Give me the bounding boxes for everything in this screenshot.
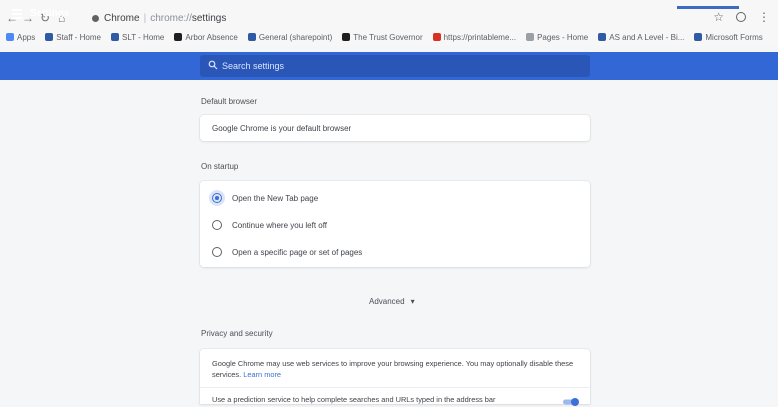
learn-more-link[interactable]: Learn more <box>243 370 281 379</box>
prediction-service-text: Use a prediction service to help complet… <box>212 395 496 404</box>
bookmark-icon <box>694 33 703 41</box>
active-tab-indicator <box>677 6 739 9</box>
apps-icon <box>6 33 14 41</box>
search-settings-input[interactable]: Search settings <box>200 55 590 77</box>
advanced-label: Advanced <box>369 297 405 306</box>
privacy-description: Google Chrome may use web services to im… <box>212 359 574 368</box>
profile-avatar-icon[interactable] <box>736 12 746 22</box>
bookmark-item[interactable]: AS and A Level - Bi... <box>598 33 684 42</box>
bookmark-item[interactable]: https://printableme... <box>432 33 516 42</box>
bookmark-icon <box>111 33 119 41</box>
prediction-toggle[interactable] <box>562 397 580 407</box>
more-menu-icon[interactable]: ⋮ <box>758 10 770 24</box>
section-title-privacy: Privacy and security <box>201 329 273 338</box>
page-title: Settings <box>30 8 70 19</box>
url-scheme: chrome:// <box>150 12 192 24</box>
bookmark-star-icon[interactable]: ☆ <box>713 10 724 24</box>
on-startup-card: Open the New Tab page Continue where you… <box>200 181 590 267</box>
bookmark-icon <box>247 33 256 41</box>
section-title-default-browser: Default browser <box>201 97 258 106</box>
advanced-toggle[interactable]: Advanced ▾ <box>369 297 415 306</box>
divider <box>200 387 590 388</box>
bookmark-item[interactable]: Microsoft Forms <box>694 33 763 42</box>
radio-continue[interactable] <box>212 220 222 230</box>
default-browser-card: Google Chrome is your default browser <box>200 115 590 141</box>
bookmark-icon <box>432 33 441 41</box>
url-separator: | <box>143 12 147 24</box>
site-label: Chrome <box>104 12 140 24</box>
address-bar[interactable]: Chrome | chrome:// settings <box>92 10 226 26</box>
bookmark-icon <box>342 33 351 41</box>
section-title-on-startup: On startup <box>201 162 239 171</box>
bookmark-item[interactable]: Staff - Home <box>45 33 101 42</box>
toolbar-right: ☆ ⋮ <box>713 10 770 24</box>
url-path: settings <box>191 12 227 24</box>
bookmark-item[interactable]: Pages - Home <box>526 33 588 42</box>
startup-option-label[interactable]: Open the New Tab page <box>232 194 318 203</box>
bookmark-item[interactable]: Arbor Absence <box>174 33 238 42</box>
search-placeholder: Search settings <box>222 61 285 71</box>
bookmarks-bar: Apps Staff - Home SLT - Home Arbor Absen… <box>0 28 778 46</box>
bookmark-item[interactable]: SLT - Home <box>111 33 164 42</box>
search-icon <box>208 60 218 70</box>
privacy-card: Google Chrome may use web services to im… <box>200 349 590 404</box>
bookmark-item[interactable]: The Trust Governor <box>342 33 423 42</box>
site-info-icon[interactable] <box>92 14 99 22</box>
default-browser-message: Google Chrome is your default browser <box>212 124 352 133</box>
bookmark-icon <box>45 33 54 41</box>
radio-new-tab[interactable] <box>212 193 222 203</box>
bookmark-icon <box>526 33 535 41</box>
bookmark-item[interactable]: General (sharepoint) <box>247 33 332 42</box>
startup-option-label[interactable]: Open a specific page or set of pages <box>232 248 362 257</box>
radio-specific-pages[interactable] <box>212 247 222 257</box>
bookmark-icon <box>174 33 183 41</box>
hamburger-menu-icon[interactable] <box>12 9 22 19</box>
startup-option-label[interactable]: Continue where you left off <box>232 221 327 230</box>
chevron-down-icon: ▾ <box>410 297 415 306</box>
bookmark-icon <box>598 33 607 41</box>
privacy-description-line2: services. Learn more <box>212 370 282 379</box>
bookmark-item[interactable]: Apps <box>6 33 35 42</box>
